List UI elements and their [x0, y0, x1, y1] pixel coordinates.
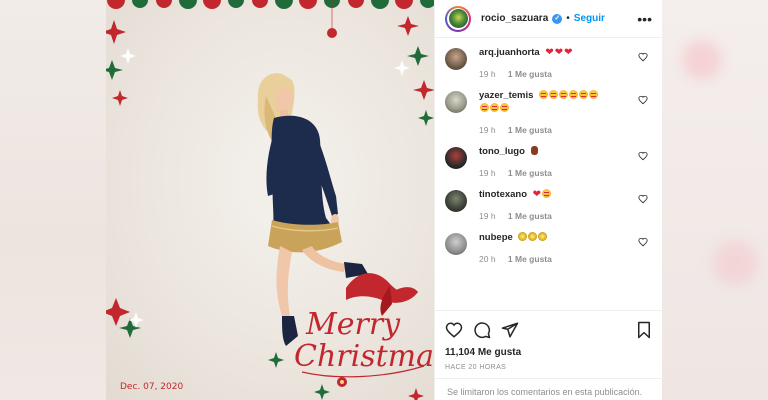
comment-time: 19 h	[479, 211, 496, 221]
star-struck-emoji-icon	[579, 90, 589, 99]
comment-time: 19 h	[479, 168, 496, 178]
comment-likes[interactable]: 1 Me gusta	[508, 211, 552, 221]
sparkle-burst-emoji-icon	[538, 232, 548, 241]
paper-plane-icon[interactable]	[501, 321, 519, 339]
photo-date-stamp: Dec. 07, 2020	[120, 382, 184, 392]
like-comment-heart-icon[interactable]	[638, 237, 648, 247]
instagram-post: Merry Christmas Dec. 07, 2020 rocio_sazu…	[106, 0, 663, 400]
star-struck-emoji-icon	[500, 103, 509, 112]
comments-limited-notice: Se limitaron los comentarios en esta pub…	[435, 378, 663, 400]
star-struck-emoji-icon	[569, 90, 579, 99]
heart-emoji-icon: ❤	[532, 189, 542, 200]
post-side-panel: rocio_sazuara ✓ • Seguir ••• arq.juanhor…	[434, 0, 663, 400]
comment-item: nubepe 20 h 1 Me gusta	[445, 231, 652, 264]
star-struck-emoji-icon	[539, 90, 549, 99]
comment-item: tinotexano ❤ 19 h 1 Me gusta	[445, 188, 652, 221]
comment-time: 19 h	[479, 69, 496, 79]
backdrop-right	[662, 0, 768, 400]
separator-dot: •	[566, 13, 570, 24]
comment-username[interactable]: tinotexano	[479, 189, 527, 200]
sparkle-burst-emoji-icon	[528, 232, 538, 241]
comment-likes[interactable]: 1 Me gusta	[508, 69, 552, 79]
post-header: rocio_sazuara ✓ • Seguir •••	[435, 0, 662, 38]
likes-count[interactable]: 11,104 Me gusta	[445, 347, 653, 358]
star-struck-emoji-icon	[490, 103, 499, 112]
model-figure	[257, 73, 368, 346]
author-username[interactable]: rocio_sazuara	[481, 13, 548, 24]
heart-emoji-icon: ❤	[564, 47, 573, 58]
heart-outline-icon[interactable]	[445, 321, 463, 339]
star-struck-emoji-icon	[549, 90, 559, 99]
comment-item: tono_lugo 19 h 1 Me gusta	[445, 145, 652, 178]
comment-likes[interactable]: 1 Me gusta	[508, 254, 552, 264]
comment-username[interactable]: arq.juanhorta	[479, 47, 540, 58]
star-struck-emoji-icon	[559, 90, 569, 99]
backdrop-left	[0, 0, 106, 400]
star-struck-emoji-icon	[589, 90, 599, 99]
comment-item: arq.juanhorta ❤❤❤ 19 h 1 Me gusta	[445, 46, 652, 79]
comment-likes[interactable]: 1 Me gusta	[508, 168, 552, 178]
heart-emoji-icon: ❤	[554, 47, 564, 58]
comment-username[interactable]: yazer_temis	[479, 90, 533, 101]
commenter-avatar[interactable]	[445, 190, 467, 212]
comments-list: arq.juanhorta ❤❤❤ 19 h 1 Me gusta yazer_…	[435, 38, 662, 306]
follow-button[interactable]: Seguir	[574, 13, 605, 24]
verified-badge-icon: ✓	[552, 13, 563, 24]
commenter-avatar[interactable]	[445, 147, 467, 169]
bookmark-icon[interactable]	[635, 321, 653, 339]
post-timestamp: HACE 20 HORAS	[445, 364, 507, 371]
christmas-frame-art: Merry Christmas	[106, 0, 434, 400]
sparkle-burst-emoji-icon	[518, 232, 528, 241]
like-comment-heart-icon[interactable]	[638, 52, 648, 62]
more-options-icon[interactable]: •••	[637, 12, 652, 26]
heart-emoji-icon: ❤	[545, 47, 554, 58]
comment-time: 20 h	[479, 254, 496, 264]
comment-time: 19 h	[479, 125, 496, 135]
comment-item: yazer_temis 19 h 1 Me gusta	[445, 89, 652, 135]
commenter-avatar[interactable]	[445, 233, 467, 255]
comment-username[interactable]: tono_lugo	[479, 146, 525, 157]
author-avatar[interactable]	[445, 5, 471, 32]
commenter-avatar[interactable]	[445, 48, 467, 70]
comment-username[interactable]: nubepe	[479, 232, 513, 243]
raised-fist-emoji-icon	[530, 146, 538, 155]
like-comment-heart-icon[interactable]	[638, 151, 648, 161]
post-photo[interactable]: Merry Christmas Dec. 07, 2020	[106, 0, 434, 400]
post-actions: 11,104 Me gusta HACE 20 HORAS	[435, 310, 663, 371]
comment-likes[interactable]: 1 Me gusta	[508, 125, 552, 135]
merry-christmas-lettering: Merry Christmas	[294, 307, 434, 378]
star-struck-emoji-icon	[542, 189, 552, 198]
comment-bubble-icon[interactable]	[473, 321, 491, 339]
star-struck-emoji-icon	[480, 103, 489, 112]
svg-text:Merry: Merry	[305, 307, 401, 342]
like-comment-heart-icon[interactable]	[638, 194, 648, 204]
commenter-avatar[interactable]	[445, 91, 467, 113]
like-comment-heart-icon[interactable]	[638, 95, 648, 105]
